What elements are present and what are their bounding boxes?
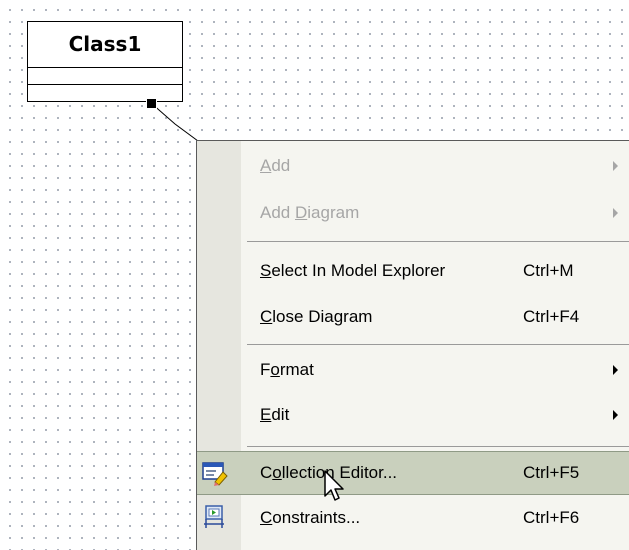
class-name: Class1 bbox=[28, 22, 182, 68]
menu-item-label: Select In Model Explorer bbox=[260, 261, 446, 280]
collection-editor-icon bbox=[202, 462, 228, 486]
operations-compartment bbox=[28, 85, 182, 101]
constraints-icon bbox=[204, 505, 224, 528]
uml-class-shape[interactable]: Class1 bbox=[27, 21, 183, 102]
menu-item-edit[interactable]: Edit bbox=[197, 393, 629, 437]
menu-item-label: Constraints... bbox=[260, 508, 361, 527]
mouse-cursor-icon bbox=[324, 470, 344, 501]
attributes-compartment bbox=[28, 68, 182, 85]
menu-item-shortcut: Ctrl+F4 bbox=[523, 307, 580, 326]
menu-item-shortcut: Ctrl+M bbox=[523, 261, 574, 280]
menu-item-label: Format bbox=[260, 360, 314, 379]
menu-item-label: Add bbox=[260, 156, 291, 175]
menu-item-constraints[interactable]: Constraints... Ctrl+F6 bbox=[197, 496, 629, 540]
diagram-canvas[interactable]: Class1 Add Add Diagram Select In Model E… bbox=[0, 0, 629, 550]
menu-separator bbox=[247, 344, 629, 345]
menu-separator bbox=[247, 241, 629, 242]
submenu-arrow-icon bbox=[613, 410, 618, 420]
menu-item-collection-editor[interactable]: Collection Editor... Ctrl+F5 bbox=[197, 451, 629, 495]
submenu-arrow-icon bbox=[613, 365, 618, 375]
menu-item-select-in-model-explorer[interactable]: Select In Model Explorer Ctrl+M bbox=[197, 249, 629, 293]
menu-item-add-diagram[interactable]: Add Diagram bbox=[197, 191, 629, 235]
menu-separator bbox=[247, 446, 629, 447]
menu-item-label: Edit bbox=[260, 405, 290, 424]
menu-item-shortcut: Ctrl+F6 bbox=[523, 508, 580, 527]
menu-item-format[interactable]: Format bbox=[197, 348, 629, 392]
resize-handle[interactable] bbox=[146, 98, 157, 109]
menu-item-shortcut: Ctrl+F5 bbox=[523, 463, 580, 482]
submenu-arrow-icon bbox=[613, 208, 618, 218]
context-menu: Add Add Diagram Select In Model Explorer… bbox=[196, 140, 629, 550]
submenu-arrow-icon bbox=[613, 161, 618, 171]
menu-item-close-diagram[interactable]: Close Diagram Ctrl+F4 bbox=[197, 295, 629, 339]
menu-item-add[interactable]: Add bbox=[197, 144, 629, 188]
menu-item-label: Close Diagram bbox=[260, 307, 373, 326]
menu-item-label: Add Diagram bbox=[260, 203, 360, 222]
